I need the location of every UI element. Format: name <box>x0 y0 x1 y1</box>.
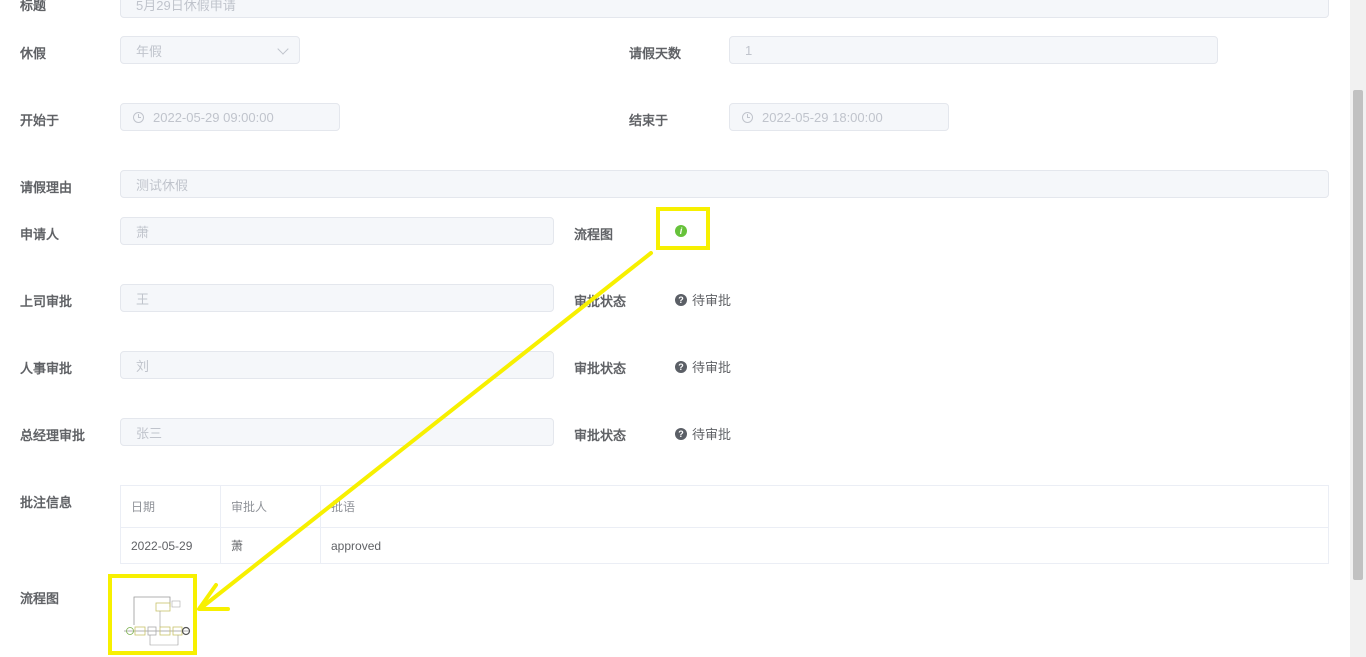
annotation-arrow <box>197 251 653 611</box>
scrollbar-thumb[interactable] <box>1353 90 1363 580</box>
scrollbar[interactable] <box>1350 0 1366 657</box>
